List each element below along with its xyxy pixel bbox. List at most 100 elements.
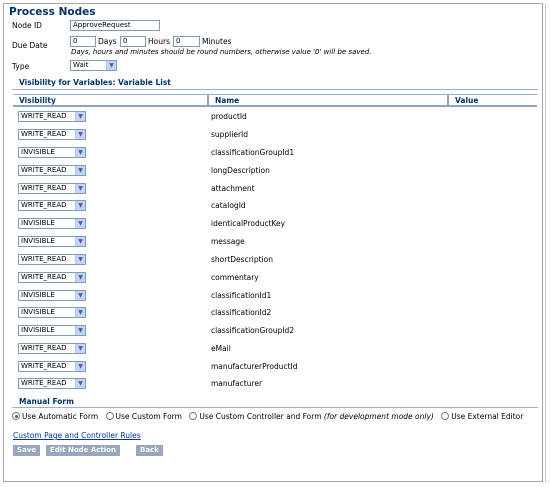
chevron-down-icon: ▼ [75, 291, 85, 300]
chevron-down-icon: ▼ [75, 219, 85, 228]
chevron-down-icon: ▼ [75, 201, 85, 210]
table-row: WRITE_READ ▼ shortDescription [13, 251, 537, 268]
visibility-select-value: INVISIBLE [21, 237, 55, 245]
table-row: WRITE_READ ▼ commentary [13, 269, 537, 286]
table-row: WRITE_READ ▼ longDescription [13, 162, 537, 179]
radio-selected-icon[interactable] [12, 412, 20, 420]
table-row: INVISIBLE ▼ classificationGroupId2 [13, 322, 537, 339]
table-row: WRITE_READ ▼ productId [13, 108, 537, 125]
column-header-value: Value [447, 95, 537, 106]
variable-name: classificationGroupId1 [211, 148, 295, 157]
save-button[interactable]: Save [13, 445, 41, 456]
days-input[interactable]: 0 [70, 36, 96, 47]
visibility-select[interactable]: WRITE_READ ▼ [18, 129, 86, 140]
table-row: WRITE_READ ▼ manufacturerProductId [13, 358, 537, 375]
custom-page-rules-link[interactable]: Custom Page and Controller Rules [13, 431, 141, 440]
chevron-down-icon: ▼ [75, 326, 85, 335]
visibility-select[interactable]: WRITE_READ ▼ [18, 183, 86, 194]
variable-name: classificationGroupId2 [211, 326, 295, 335]
variable-name: eMail [211, 344, 231, 353]
visibility-select[interactable]: INVISIBLE ▼ [18, 236, 86, 247]
chevron-down-icon: ▼ [75, 237, 85, 246]
chevron-down-icon: ▼ [75, 112, 85, 121]
chevron-down-icon: ▼ [75, 255, 85, 264]
variables-table-header: Visibility Name Value [13, 94, 537, 107]
due-date-hint: Days, hours and minutes should be round … [71, 48, 372, 56]
option-custom-form[interactable]: Use Custom Form [105, 412, 182, 421]
visibility-select[interactable]: WRITE_READ ▼ [18, 254, 86, 265]
radio-icon[interactable] [441, 412, 450, 420]
visibility-select-value: WRITE_READ [21, 166, 67, 174]
option-automatic-form[interactable]: Use Automatic Form [12, 412, 98, 421]
table-row: INVISIBLE ▼ message [13, 233, 537, 250]
minutes-input[interactable]: 0 [173, 36, 200, 47]
option-note: (for development mode only) [323, 412, 434, 421]
option-external-editor[interactable]: Use External Editor [441, 412, 523, 421]
visibility-select-value: WRITE_READ [21, 362, 67, 370]
chevron-down-icon: ▼ [75, 148, 85, 157]
radio-icon[interactable] [105, 412, 114, 420]
node-id-input[interactable]: ApproveRequest [70, 20, 160, 31]
node-id-label: Node ID [12, 21, 42, 30]
visibility-select-value: INVISIBLE [21, 326, 55, 334]
chevron-down-icon: ▼ [75, 184, 85, 193]
visibility-select-value: WRITE_READ [21, 379, 67, 387]
visibility-select[interactable]: INVISIBLE ▼ [18, 307, 86, 318]
visibility-select[interactable]: WRITE_READ ▼ [18, 361, 86, 372]
days-label: Days [98, 37, 117, 46]
variable-name: attachment [211, 184, 255, 193]
table-row: WRITE_READ ▼ catalogId [13, 197, 537, 214]
page-title: Process Nodes [9, 6, 96, 18]
option-custom-controller[interactable]: Use Custom Controller and Form (for deve… [189, 412, 434, 421]
chevron-down-icon: ▼ [75, 130, 85, 139]
visibility-select[interactable]: WRITE_READ ▼ [18, 343, 86, 354]
table-row: INVISIBLE ▼ identicalProductKey [13, 215, 537, 232]
variable-name: longDescription [211, 166, 270, 175]
variable-name: catalogId [211, 201, 246, 210]
variable-name: message [211, 237, 245, 246]
option-label: Use Automatic Form [22, 412, 99, 421]
visibility-select[interactable]: INVISIBLE ▼ [18, 290, 86, 301]
column-header-name: Name [207, 95, 447, 106]
chevron-down-icon: ▼ [75, 344, 85, 353]
visibility-select-value: WRITE_READ [21, 344, 67, 352]
table-row: INVISIBLE ▼ classificationId2 [13, 304, 537, 321]
back-button[interactable]: Back [136, 445, 163, 456]
hours-input[interactable]: 0 [120, 36, 146, 47]
visibility-select-value: INVISIBLE [21, 291, 55, 299]
variables-divider [12, 89, 538, 90]
option-label: Use Custom Form [115, 412, 182, 421]
visibility-select[interactable]: INVISIBLE ▼ [18, 325, 86, 336]
visibility-select[interactable]: WRITE_READ ▼ [18, 378, 86, 389]
right-edge-line [545, 3, 546, 482]
variable-name: supplierId [211, 130, 249, 139]
due-date-label: Due Date [12, 41, 48, 50]
visibility-select-value: WRITE_READ [21, 112, 67, 120]
visibility-select-value: WRITE_READ [21, 255, 67, 263]
edit-node-action-button[interactable]: Edit Node Action [46, 445, 120, 456]
visibility-select[interactable]: WRITE_READ ▼ [18, 111, 86, 122]
hours-label: Hours [148, 37, 170, 46]
radio-icon[interactable] [189, 412, 198, 420]
table-row: WRITE_READ ▼ supplierId [13, 126, 537, 143]
visibility-select-value: WRITE_READ [21, 201, 67, 209]
visibility-select[interactable]: WRITE_READ ▼ [18, 200, 86, 211]
table-row: INVISIBLE ▼ classificationGroupId1 [13, 144, 537, 161]
column-header-visibility: Visibility [19, 96, 56, 105]
table-row: WRITE_READ ▼ attachment [13, 180, 537, 197]
visibility-select[interactable]: WRITE_READ ▼ [18, 272, 86, 283]
variable-name: commentary [211, 273, 259, 282]
table-row: WRITE_READ ▼ manufacturer [13, 375, 537, 392]
variable-name: classificationId2 [211, 308, 272, 317]
manual-form-heading: Manual Form [19, 397, 74, 406]
variables-heading: Visibility for Variables: Variable List [19, 78, 171, 87]
chevron-down-icon: ▼ [106, 61, 116, 70]
visibility-select-value: INVISIBLE [21, 219, 55, 227]
type-label: Type [12, 62, 30, 71]
type-select[interactable]: Wait ▼ [70, 60, 117, 71]
visibility-select[interactable]: INVISIBLE ▼ [18, 218, 86, 229]
visibility-select[interactable]: WRITE_READ ▼ [18, 165, 86, 176]
option-label: Use Custom Controller and Form [199, 412, 322, 421]
visibility-select-value: INVISIBLE [21, 148, 55, 156]
visibility-select[interactable]: INVISIBLE ▼ [18, 147, 86, 158]
